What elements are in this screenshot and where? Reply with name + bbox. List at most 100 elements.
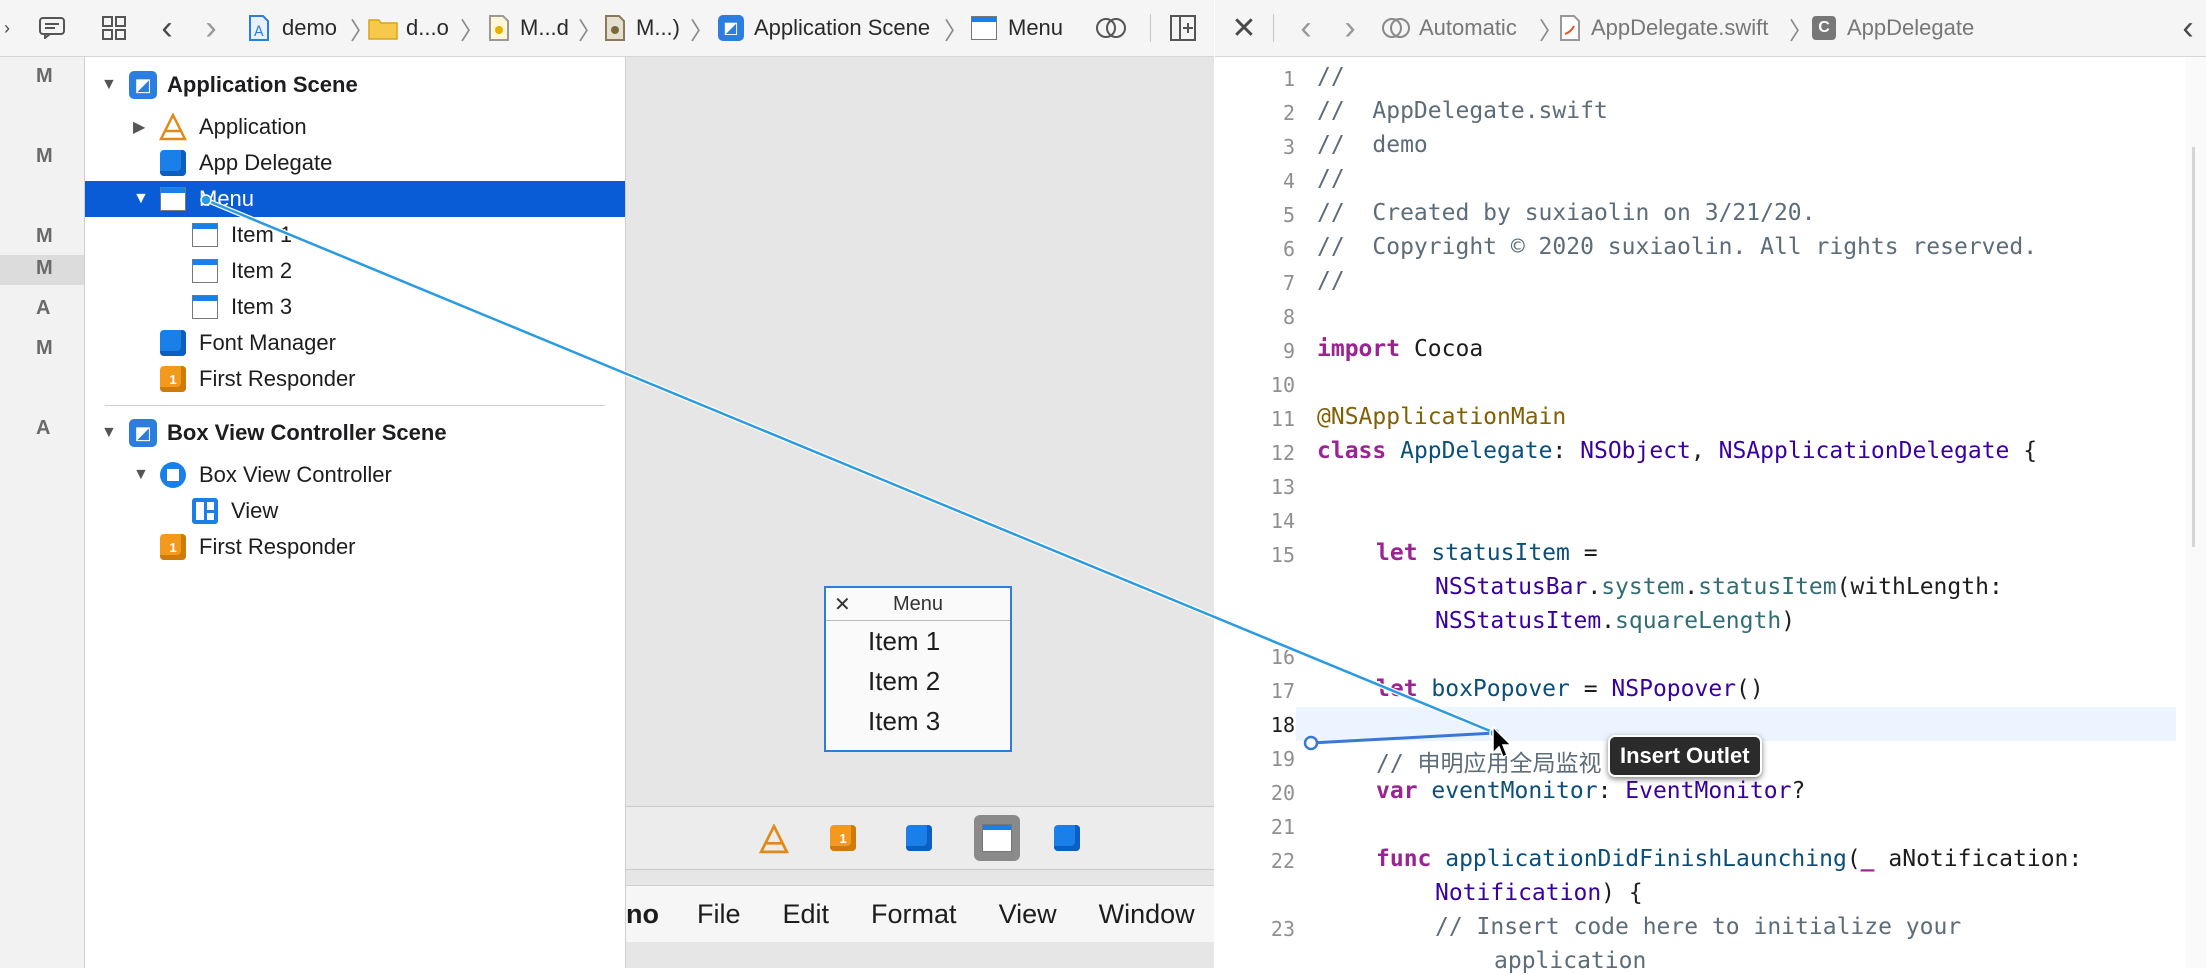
outline-item-label: Item 1 xyxy=(231,222,293,247)
automatic-counterparts-icon[interactable] xyxy=(1379,0,1413,56)
breadcrumb-base[interactable]: M...) xyxy=(636,0,680,56)
chevron-right-icon[interactable]: › xyxy=(0,0,14,56)
breadcrumb-class[interactable]: AppDelegate xyxy=(1847,0,1974,56)
menubar-window[interactable]: Window xyxy=(1099,899,1195,930)
outline-item-font-manager[interactable]: Font Manager xyxy=(85,325,625,361)
code-line: Notification) { xyxy=(1435,880,1643,906)
breadcrumb-demo[interactable]: demo xyxy=(282,0,337,56)
collapse-chevron-icon[interactable]: ‹ xyxy=(2173,0,2203,56)
menubar-view[interactable]: View xyxy=(999,899,1057,930)
add-editor-icon[interactable] xyxy=(1166,0,1200,56)
disclosure-triangle-closed-icon[interactable]: ▶ xyxy=(133,117,145,137)
interface-builder-toolbar: › ‹ › A demo 〉 d...o 〉 M...d 〉 M...) 〉 ◩… xyxy=(0,0,1214,57)
code-line: // AppDelegate.swift xyxy=(1317,98,1608,124)
code-text: ) xyxy=(1781,608,1796,634)
related-items-grid-icon[interactable] xyxy=(98,0,130,56)
menu-window-item[interactable]: Item 1 xyxy=(826,621,1010,661)
code-line: // 申明应用全局监视 xyxy=(1376,751,1602,777)
line-number: 21 xyxy=(1270,815,1295,839)
close-icon[interactable]: ✕ xyxy=(1229,0,1259,56)
status-letter: A xyxy=(36,417,51,439)
application-icon xyxy=(159,113,187,141)
code-line: application xyxy=(1494,948,1647,974)
first-responder-icon[interactable]: 1 xyxy=(830,825,856,851)
line-number: 20 xyxy=(1270,781,1295,805)
code-text: : xyxy=(1597,778,1626,804)
status-letter: A xyxy=(36,297,51,319)
breadcrumb-application-scene[interactable]: Application Scene xyxy=(754,0,930,56)
source-editor[interactable] xyxy=(1215,57,2206,968)
code-line: NSStatusItem.squareLength) xyxy=(1435,608,1795,634)
outline-item-box-view-controller[interactable]: ▼ Box View Controller xyxy=(85,457,625,493)
outline-item-first-responder[interactable]: 1 First Responder xyxy=(85,361,625,397)
forward-chevron-icon[interactable]: › xyxy=(196,0,226,56)
keyword: import xyxy=(1317,336,1401,362)
outline-item-item-3[interactable]: Item 3 xyxy=(85,289,625,325)
outline-item-app-delegate[interactable]: App Delegate xyxy=(85,145,625,181)
menubar-format[interactable]: Format xyxy=(871,899,957,930)
disclosure-triangle-open-icon[interactable]: ▼ xyxy=(133,466,149,484)
svg-text:A: A xyxy=(254,24,264,40)
object-cube-icon xyxy=(159,329,187,357)
outline-item-label: Application xyxy=(199,114,307,139)
breadcrumb-folder[interactable]: d...o xyxy=(406,0,449,56)
outline-scene-application[interactable]: ▼ ◩ Application Scene xyxy=(85,67,625,103)
menubar-app-name[interactable]: no xyxy=(626,899,659,930)
object-cube-icon[interactable] xyxy=(1054,825,1080,851)
code-line: @NSApplicationMain xyxy=(1317,404,1567,430)
menubar-edit[interactable]: Edit xyxy=(783,899,830,930)
code-line: // demo xyxy=(1317,132,1428,158)
view-controller-icon xyxy=(159,461,187,489)
disclosure-triangle-open-icon[interactable]: ▼ xyxy=(133,190,149,208)
scene-icon: ◩ xyxy=(129,419,157,447)
outline-item-item-1[interactable]: Item 1 xyxy=(85,217,625,253)
breadcrumb-main-storyboard[interactable]: M...d xyxy=(520,0,569,56)
breadcrumb-automatic[interactable]: Automatic xyxy=(1419,0,1517,56)
menubar-file[interactable]: File xyxy=(697,899,741,930)
back-chevron-icon[interactable]: ‹ xyxy=(1291,0,1321,56)
line-number: 12 xyxy=(1270,441,1295,465)
status-letter: M xyxy=(36,257,53,279)
code-text: : xyxy=(1552,438,1581,464)
assistant-editor-icon[interactable] xyxy=(1094,0,1128,56)
scene-dock: 1 xyxy=(626,806,1214,870)
menu-object-window[interactable]: ✕ Menu Item 1 Item 2 Item 3 xyxy=(824,586,1012,752)
breadcrumb-file[interactable]: AppDelegate.swift xyxy=(1591,0,1768,56)
status-letter: M xyxy=(36,225,53,247)
code-line: // Copyright © 2020 suxiaolin. All right… xyxy=(1317,234,2038,260)
type-name: NSApplicationDelegate xyxy=(1718,438,2010,464)
keyword: func xyxy=(1376,846,1432,872)
outline-item-application[interactable]: ▶ Application xyxy=(85,109,625,145)
view-icon xyxy=(191,497,219,525)
application-icon[interactable] xyxy=(756,821,792,857)
status-letter: M xyxy=(36,145,53,167)
minimap-scrollbar[interactable] xyxy=(2186,57,2206,968)
code-line: func applicationDidFinishLaunching(_ aNo… xyxy=(1376,846,2082,872)
line-number: 7 xyxy=(1282,271,1295,295)
menu-window-title: Menu xyxy=(892,592,944,615)
outline-item-menu[interactable]: ▼ Menu xyxy=(85,181,625,217)
comment-icon[interactable] xyxy=(36,0,68,56)
outline-item-view[interactable]: View xyxy=(85,493,625,529)
line-number: 8 xyxy=(1282,305,1295,329)
disclosure-triangle-open-icon[interactable]: ▼ xyxy=(101,76,117,94)
breadcrumb-separator: 〉 xyxy=(578,17,602,45)
outline-item-item-2[interactable]: Item 2 xyxy=(85,253,625,289)
disclosure-triangle-open-icon[interactable]: ▼ xyxy=(101,424,117,442)
code-line: let statusItem = xyxy=(1376,540,1598,566)
outline-scene-box-view-controller[interactable]: ▼ ◩ Box View Controller Scene xyxy=(85,415,625,451)
menu-window-item[interactable]: Item 2 xyxy=(826,661,1010,701)
type-name: NSStatusItem xyxy=(1435,608,1602,634)
breadcrumb-menu[interactable]: Menu xyxy=(1008,0,1063,56)
forward-chevron-icon[interactable]: › xyxy=(1335,0,1365,56)
outline-item-label: Item 3 xyxy=(231,294,293,319)
outline-scene-label: Box View Controller Scene xyxy=(167,420,447,445)
back-chevron-icon[interactable]: ‹ xyxy=(152,0,182,56)
close-icon[interactable]: ✕ xyxy=(834,588,851,620)
menu-icon[interactable] xyxy=(974,815,1020,861)
menu-window-item[interactable]: Item 3 xyxy=(826,701,1010,741)
outline-item-first-responder[interactable]: 1 First Responder xyxy=(85,529,625,565)
storyboard-file-icon xyxy=(484,0,514,56)
code-text: . xyxy=(1684,574,1699,600)
object-cube-icon[interactable] xyxy=(906,825,932,851)
